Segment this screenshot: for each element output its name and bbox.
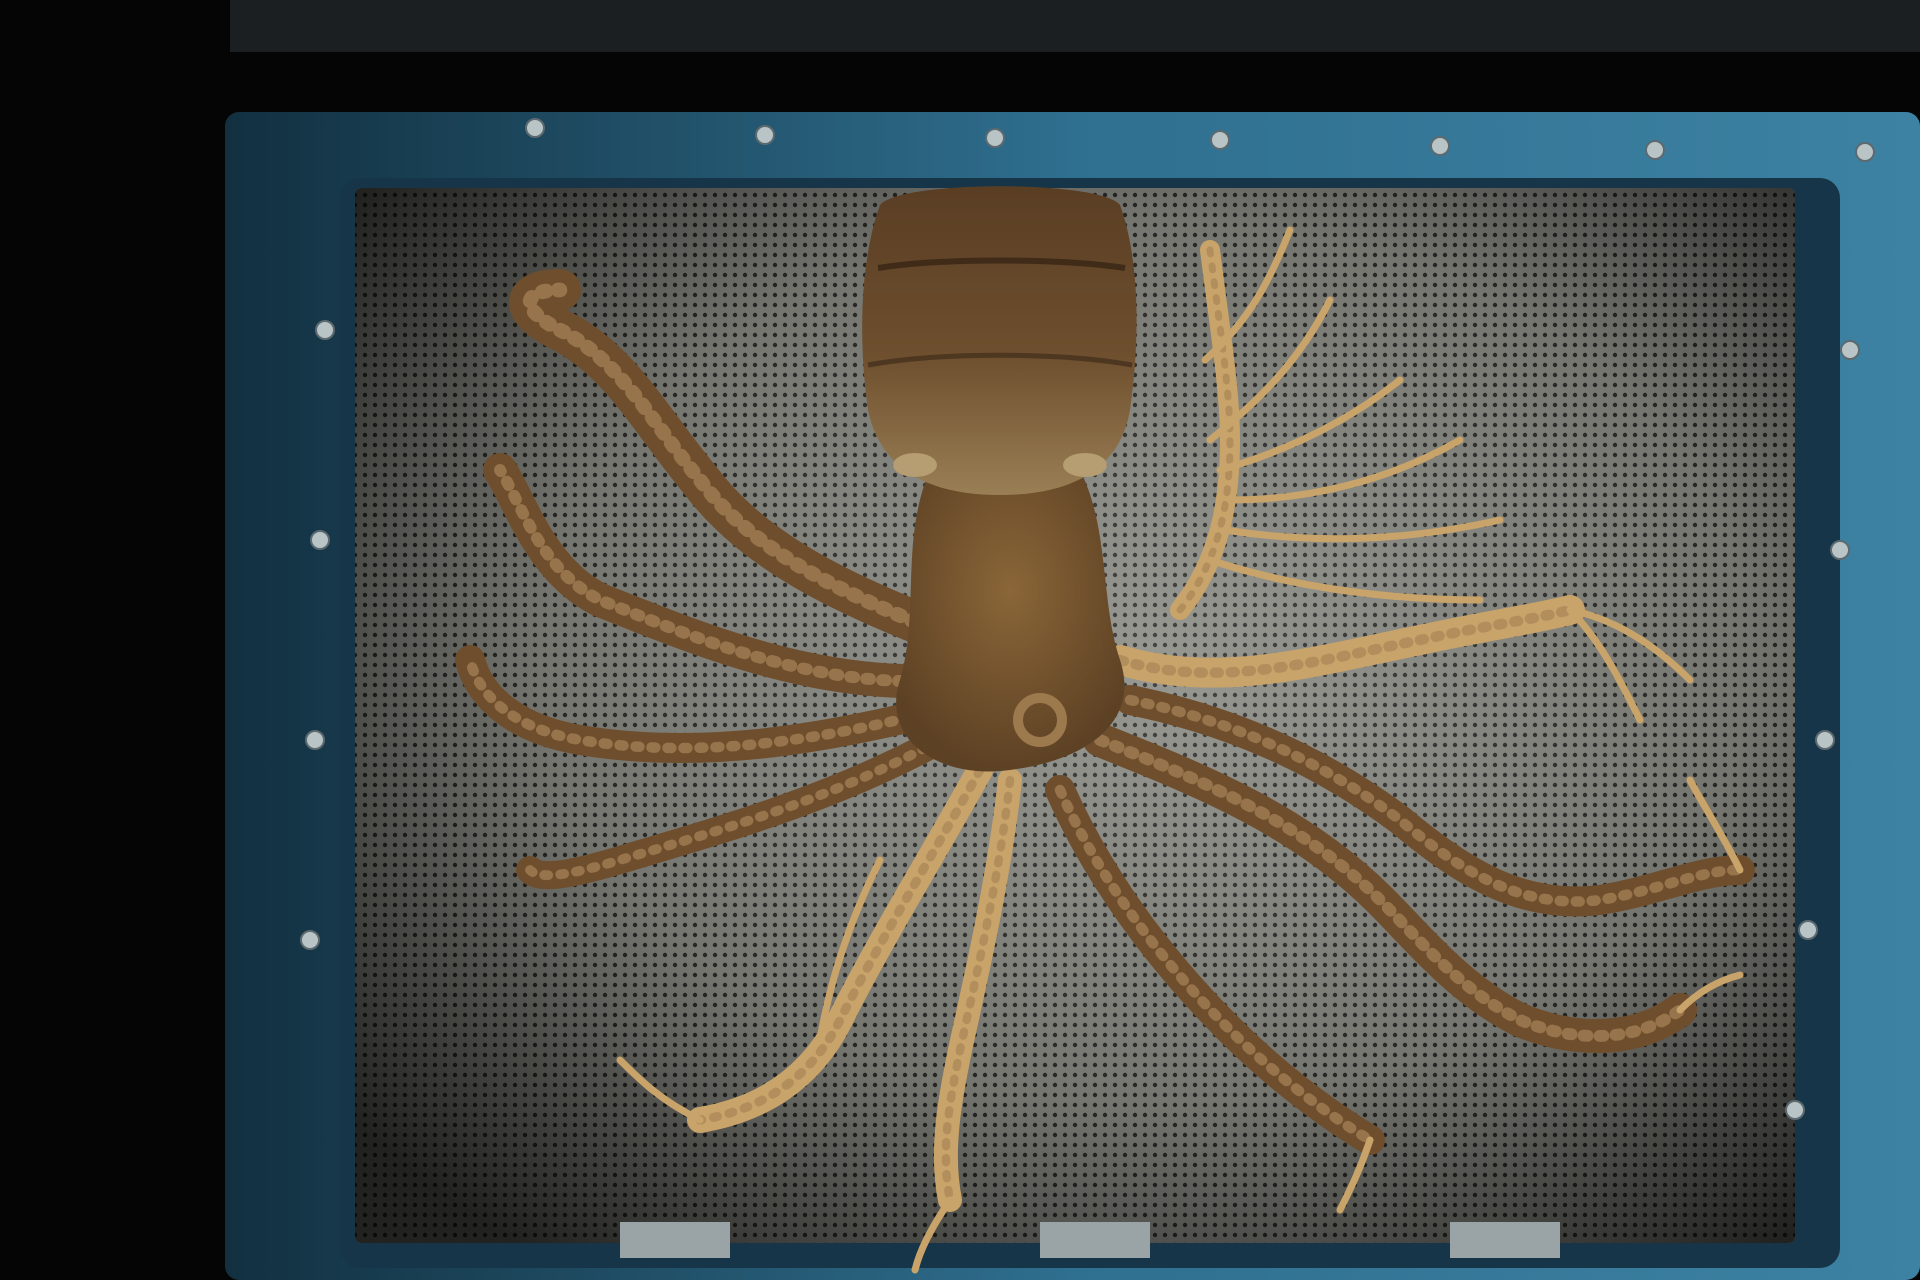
screw <box>525 118 545 138</box>
panel-clip <box>620 1222 730 1258</box>
screw <box>305 730 325 750</box>
octopus-head <box>896 470 1125 772</box>
screw <box>1830 540 1850 560</box>
screw <box>1798 920 1818 940</box>
octopus-eye <box>893 453 937 477</box>
screw <box>985 128 1005 148</box>
screw <box>1785 1100 1805 1120</box>
panel-clip <box>1040 1222 1150 1258</box>
octopus-mantle <box>862 186 1137 495</box>
octopus-eye <box>1063 453 1107 477</box>
panel-clip <box>1450 1222 1560 1258</box>
top-ledge <box>230 0 1920 52</box>
screw <box>300 930 320 950</box>
screw <box>1430 136 1450 156</box>
specimen-display-photo <box>0 0 1920 1280</box>
screw <box>1855 142 1875 162</box>
screw <box>1210 130 1230 150</box>
screw <box>755 125 775 145</box>
screw <box>1840 340 1860 360</box>
screw <box>310 530 330 550</box>
screw <box>315 320 335 340</box>
screw <box>1815 730 1835 750</box>
screw <box>1645 140 1665 160</box>
